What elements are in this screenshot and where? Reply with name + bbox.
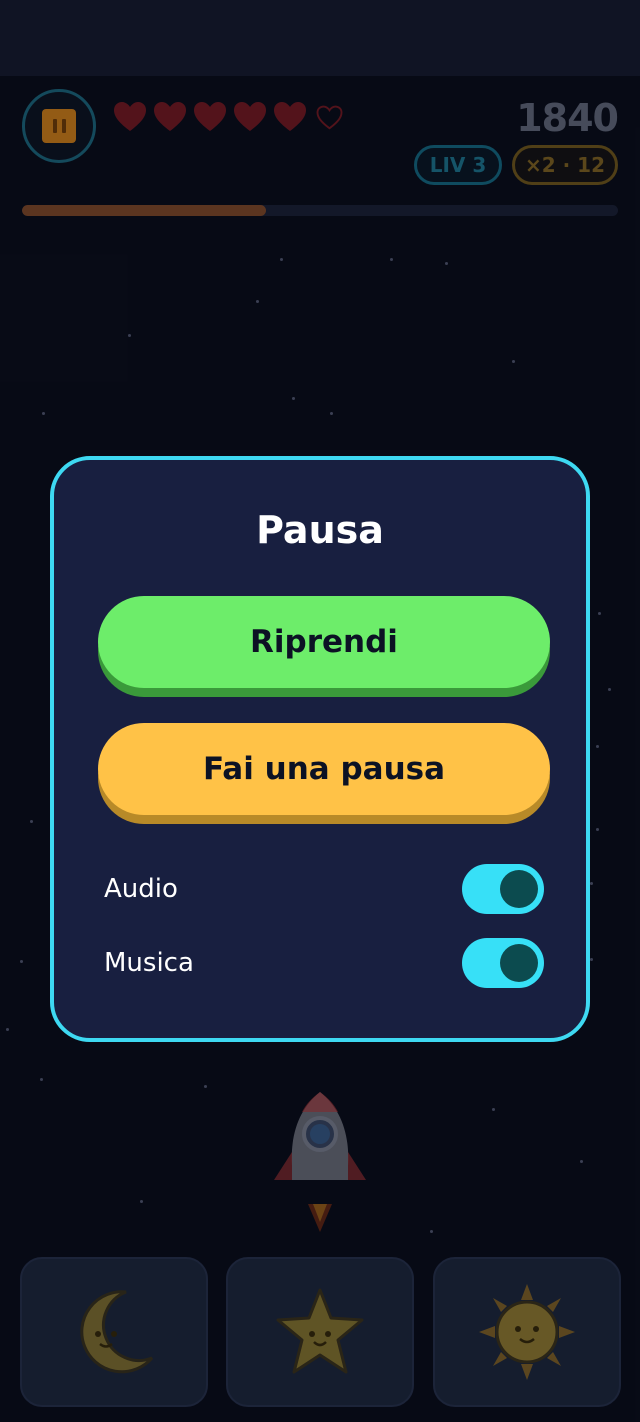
audio-label: Audio <box>104 874 178 904</box>
toggle-knob <box>500 944 538 982</box>
resume-button[interactable]: Riprendi <box>98 596 550 688</box>
toggle-knob <box>500 870 538 908</box>
take-break-button[interactable]: Fai una pausa <box>98 723 550 815</box>
audio-setting-row: Audio <box>104 864 544 914</box>
music-setting-row: Musica <box>104 938 544 988</box>
music-label: Musica <box>104 948 194 978</box>
pause-title: Pausa <box>256 508 384 552</box>
music-toggle[interactable] <box>462 938 544 988</box>
pause-dialog: Pausa Riprendi Fai una pausa Audio Music… <box>50 456 590 1042</box>
audio-toggle[interactable] <box>462 864 544 914</box>
